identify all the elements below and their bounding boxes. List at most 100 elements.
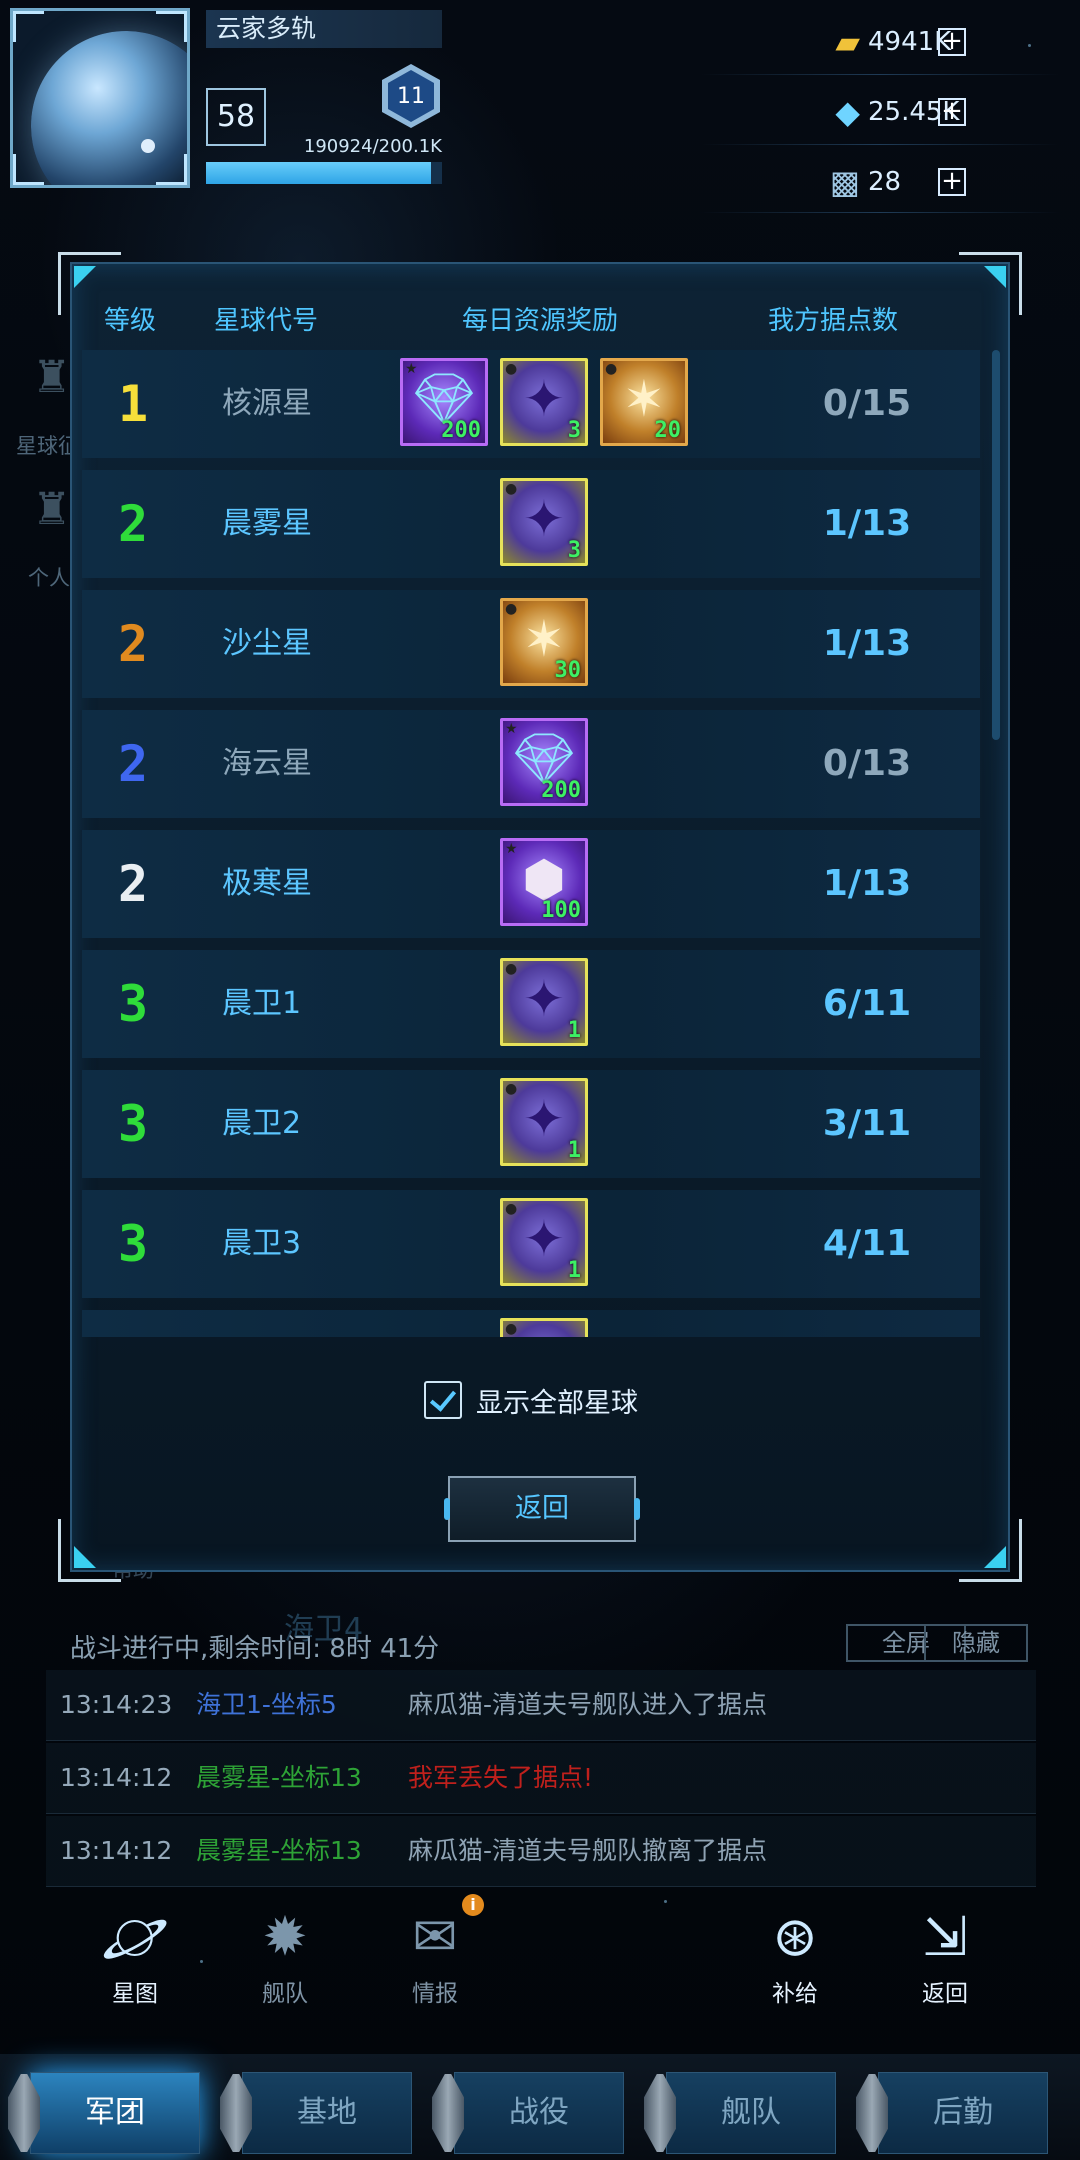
reward-item[interactable]: ● ✶ 20: [600, 358, 688, 446]
planet-level: 2: [117, 615, 149, 673]
avatar-corner: [156, 11, 187, 42]
planet-row[interactable]: 3 晨卫1 ● ✦ 1 6/11: [82, 950, 980, 1058]
add-supply-button[interactable]: +: [938, 168, 966, 196]
tab-item[interactable]: 军团: [30, 2072, 200, 2154]
planet-name: 极寒星: [222, 866, 312, 901]
exp-bar: [206, 162, 442, 184]
reward-item[interactable]: ● ✦ 1: [500, 1078, 588, 1166]
reward-item[interactable]: ★ ⬢ 100: [500, 838, 588, 926]
planet-name: 沙尘星: [222, 626, 312, 661]
reward-quantity: 30: [554, 658, 582, 683]
nav-fleet[interactable]: ✹ 舰队: [230, 1904, 340, 2008]
tab-item[interactable]: 战役: [454, 2072, 624, 2154]
avatar-corner: [156, 154, 187, 185]
reward-item[interactable]: ● ✦ 1: [500, 1198, 588, 1286]
planet-row[interactable]: 2 晨雾星 ● ✦ 3 1/13: [82, 470, 980, 578]
main-tab-bar: 军团 基地 战役 舰队 后勤: [0, 2054, 1080, 2160]
star: [664, 1900, 667, 1903]
exp-bar-fill: [206, 162, 432, 184]
log-message: 我军丢失了据点!: [408, 1763, 594, 1792]
checkbox-checked-icon[interactable]: [424, 1381, 462, 1419]
reward-quantity: 200: [541, 778, 581, 803]
table-header: 等级 星球代号 每日资源奖励 我方据点数: [72, 300, 1008, 340]
frame-marker: [984, 266, 1006, 288]
frame-marker: [984, 1546, 1006, 1568]
planet-row[interactable]: ●✦: [82, 1310, 980, 1337]
stronghold-count: 4/11: [822, 1223, 912, 1264]
planet-level: 3: [117, 975, 149, 1033]
reward-items: ● ✶ 30: [400, 598, 700, 690]
log-time: 13:14:23: [60, 1690, 173, 1719]
reward-item[interactable]: ★ 💎︎ 200: [400, 358, 488, 446]
show-all-planets-toggle[interactable]: 显示全部星球: [424, 1378, 638, 1422]
scrollbar[interactable]: [992, 350, 1000, 740]
add-diamond-button[interactable]: +: [938, 98, 966, 126]
planet-level: [98, 1310, 168, 1337]
planet-row[interactable]: 3 晨卫3 ● ✦ 1 4/11: [82, 1190, 980, 1298]
supply-icon: ⊛: [772, 1905, 818, 1968]
reward-items: ● ✦ 1: [400, 1198, 700, 1290]
planet-name: 晨雾星: [222, 506, 312, 541]
reward-item[interactable]: ★ 💎︎ 200: [500, 718, 588, 806]
reward-item[interactable]: ● ✦ 1: [500, 958, 588, 1046]
stronghold-count: 1/13: [822, 623, 912, 664]
planet-level: 2: [117, 495, 149, 553]
show-all-planets-label: 显示全部星球: [476, 1387, 638, 1419]
bug-ship-icon: ✹: [262, 1905, 308, 1968]
reward-items: ● ✦ 1: [400, 1078, 700, 1170]
planet-row[interactable]: 3 晨卫2 ● ✦ 1 3/11: [82, 1070, 980, 1178]
planet-icon: 🪐︎: [100, 1905, 170, 1968]
stronghold-count: 1/13: [822, 863, 912, 904]
divider: [700, 74, 1060, 75]
tab-item[interactable]: 后勤: [878, 2072, 1048, 2154]
avatar-corner: [13, 154, 44, 185]
log-entry: 13:14:12 晨雾星-坐标13 麻瓜猫-清道夫号舰队撤离了据点: [46, 1816, 1036, 1887]
resource-supply: ▩ 28: [680, 156, 980, 208]
avatar-corner: [13, 11, 44, 42]
reward-item[interactable]: ● ✶ 30: [500, 598, 588, 686]
planet-row[interactable]: 2 极寒星 ★ ⬢ 100 1/13: [82, 830, 980, 938]
reward-quantity: 20: [654, 418, 682, 443]
log-location[interactable]: 晨雾星-坐标13: [196, 1743, 362, 1813]
battle-timer: 战斗进行中,剩余时间: 8时 41分: [70, 1634, 440, 1664]
log-location[interactable]: 晨雾星-坐标13: [196, 1816, 362, 1886]
add-gold-button[interactable]: +: [938, 28, 966, 56]
log-time: 13:14:12: [60, 1836, 173, 1865]
planet-name: 海云星: [222, 746, 312, 781]
stronghold-count: 1/13: [822, 503, 912, 544]
planet-name: 晨卫2: [222, 1106, 302, 1141]
planet-row[interactable]: 2 海云星 ★ 💎︎ 200 0/13: [82, 710, 980, 818]
info-badge-icon: i: [462, 1894, 484, 1916]
log-message: 麻瓜猫-清道夫号舰队进入了据点: [408, 1690, 768, 1719]
exit-arrow-icon: ⇲: [922, 1905, 968, 1968]
exp-text: 190924/200.1K: [303, 136, 442, 157]
stronghold-count: 3/11: [822, 1103, 912, 1144]
crystal-icon: ✦: [503, 1329, 585, 1337]
planet-row[interactable]: 1 核源星 ★ 💎︎ 200 ● ✦ 3 ● ✶ 20 0/15: [82, 350, 980, 458]
resource-gold: ▰ 4941K: [680, 16, 980, 68]
nav-label: 返回: [922, 1981, 968, 2007]
player-avatar[interactable]: [10, 8, 190, 188]
nav-back[interactable]: ⇲ 返回: [890, 1904, 1000, 2008]
header-planet-code: 星球代号: [214, 306, 319, 336]
planet-level: 2: [117, 855, 149, 913]
return-button[interactable]: 返回: [444, 1476, 640, 1542]
log-entry: 13:14:12 晨雾星-坐标13 我军丢失了据点!: [46, 1743, 1036, 1814]
nav-intel[interactable]: i ✉ 情报: [380, 1894, 490, 2008]
hide-button[interactable]: 隐藏: [924, 1624, 1028, 1662]
reward-quantity: 1: [567, 1258, 581, 1283]
log-location[interactable]: 海卫1-坐标5: [196, 1670, 337, 1740]
player-name: 云家多轨: [206, 10, 442, 48]
reward-item[interactable]: ●✦: [500, 1318, 588, 1337]
planet-level: 3: [117, 1095, 149, 1153]
tab-item[interactable]: 舰队: [666, 2072, 836, 2154]
planet-level: 3: [117, 1215, 149, 1273]
nav-star-map[interactable]: 🪐︎ 星图: [80, 1904, 190, 2008]
reward-item[interactable]: ● ✦ 3: [500, 358, 588, 446]
tab-item[interactable]: 基地: [242, 2072, 412, 2154]
planet-row[interactable]: 2 沙尘星 ● ✶ 30 1/13: [82, 590, 980, 698]
nav-supply[interactable]: ⊛ 补给: [740, 1904, 850, 2008]
reward-item[interactable]: ● ✦ 3: [500, 478, 588, 566]
stronghold-count: [782, 1310, 952, 1337]
reward-quantity: 3: [567, 538, 581, 563]
